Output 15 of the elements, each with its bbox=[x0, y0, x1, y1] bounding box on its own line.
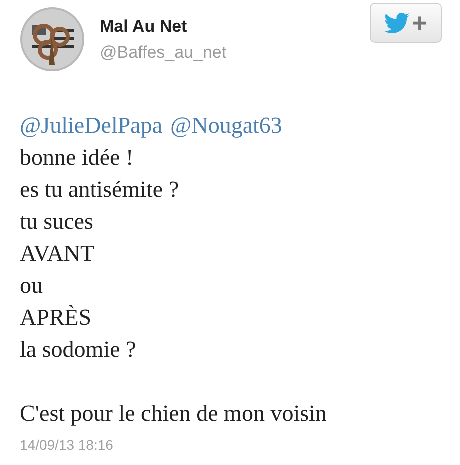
follow-button[interactable]: + bbox=[370, 3, 442, 43]
author-handle: @Baffes_au_net bbox=[100, 42, 227, 64]
tweet-text: C'est pour le chien de mon voisin bbox=[20, 401, 327, 426]
timestamp: 14/09/13 18:16 bbox=[20, 436, 114, 454]
tweet-text: ou bbox=[20, 273, 43, 298]
tweet-text: AVANT bbox=[20, 241, 95, 266]
tweet-text: tu suces bbox=[20, 209, 94, 234]
bird-icon bbox=[384, 12, 410, 34]
mention-link[interactable]: @JulieDelPapa bbox=[20, 110, 163, 142]
author-name: Mal Au Net bbox=[100, 16, 188, 38]
tweet-text: es tu antisémite ? bbox=[20, 177, 180, 202]
tweet-text: bonne idée ! bbox=[20, 145, 134, 170]
tweet-text: la sodomie ? bbox=[20, 337, 136, 362]
mention-link[interactable]: @Nougat63 bbox=[170, 110, 282, 142]
tweet-text: APRÈS bbox=[20, 305, 92, 330]
